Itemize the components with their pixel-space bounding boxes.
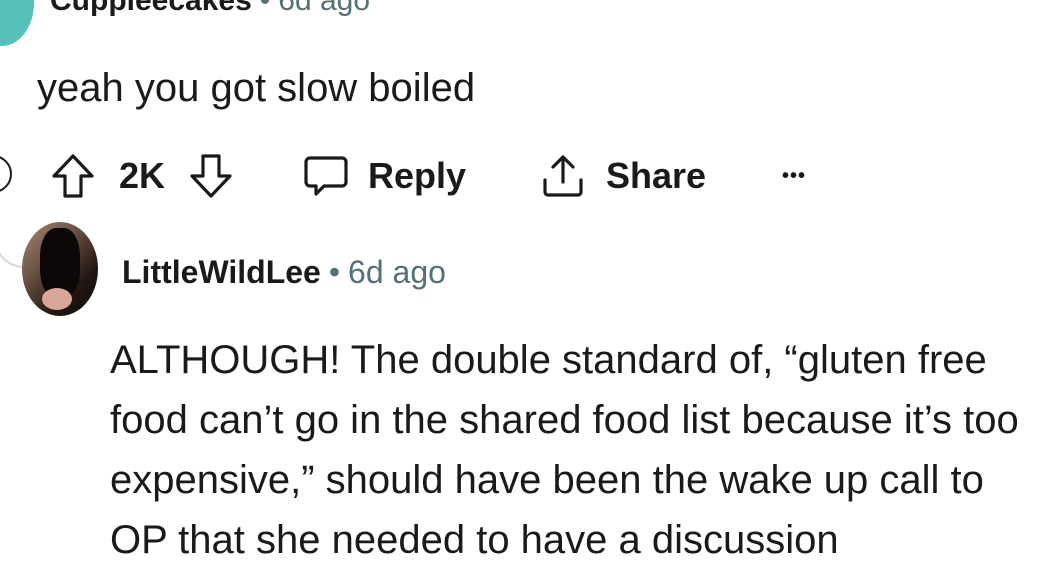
upvote-icon <box>52 154 94 198</box>
reply-label: Reply <box>368 155 467 196</box>
reply-comment-body: ALTHOUGH! The double standard of, “glute… <box>110 338 1019 562</box>
share-upload-icon <box>543 155 583 197</box>
reply-button[interactable]: Reply <box>302 148 466 204</box>
share-label: Share <box>606 155 707 196</box>
score-count: 2K <box>119 155 166 196</box>
timestamp: 6d ago <box>348 254 446 290</box>
downvote-button[interactable] <box>188 148 234 204</box>
comment-action-bar: 2K Reply Share ••• <box>0 148 1045 204</box>
score: 2K <box>119 148 165 204</box>
timestamp: 6d ago <box>278 0 371 17</box>
comment-bubble-icon <box>304 156 348 196</box>
comment-body: yeah you got slow boiled <box>37 66 476 110</box>
avatar[interactable] <box>22 222 98 316</box>
upvote-button[interactable] <box>50 148 96 204</box>
reply-comment-meta: LittleWildLee • 6d ago <box>122 254 446 290</box>
more-icon: ••• <box>782 164 807 187</box>
meta-separator: • <box>259 0 271 17</box>
comment-thread: Cuppleecakes • 6d ago yeah you got slow bo… <box>0 0 1045 571</box>
username[interactable]: Cuppleecakes <box>50 0 252 17</box>
more-options-button[interactable]: ••• <box>782 148 806 204</box>
avatar[interactable] <box>0 0 34 46</box>
comment-meta: Cuppleecakes • 6d ago <box>50 0 370 16</box>
username[interactable]: LittleWildLee <box>122 254 321 290</box>
share-button[interactable]: Share <box>540 148 706 204</box>
meta-separator: • <box>328 254 341 290</box>
downvote-icon <box>190 154 232 198</box>
